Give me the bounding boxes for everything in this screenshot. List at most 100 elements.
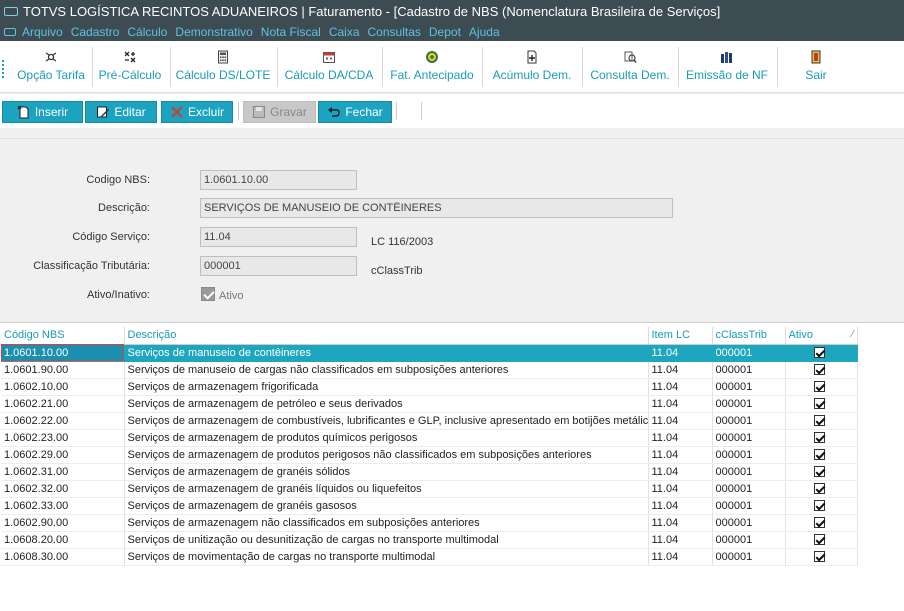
toolbar-grip[interactable] <box>2 60 5 78</box>
gravar-button[interactable]: Gravar <box>243 101 316 123</box>
cell-ativo[interactable] <box>785 548 858 566</box>
cell-cclasstrib[interactable]: 000001 <box>712 480 786 498</box>
cell-descricao[interactable]: Serviços de manuseio de cargas não class… <box>124 361 649 379</box>
cell-ativo[interactable] <box>785 361 858 379</box>
cell-cclasstrib[interactable]: 000001 <box>712 531 786 549</box>
column-header-descricao[interactable]: Descrição <box>124 327 649 345</box>
cell-cclasstrib[interactable]: 000001 <box>712 361 786 379</box>
cell-codigo-nbs[interactable]: 1.0601.90.00 <box>1 361 125 379</box>
pre-calculo-button[interactable]: Pré-Cálculo <box>94 46 166 86</box>
cell-descricao[interactable]: Serviços de armazenagem de produtos quím… <box>124 429 649 447</box>
cell-cclasstrib[interactable]: 000001 <box>712 514 786 532</box>
cell-descricao[interactable]: Serviços de movimentação de cargas no tr… <box>124 548 649 566</box>
cell-descricao[interactable]: Serviços de armazenagem de granéis sólid… <box>124 463 649 481</box>
table-row[interactable]: 1.0602.29.00 Serviços de armazenagem de p… <box>1 446 858 464</box>
consulta-dem-button[interactable]: Consulta Dem. <box>584 46 676 86</box>
cell-item-lc[interactable]: 11.04 <box>648 514 713 532</box>
cell-codigo-nbs[interactable]: 1.0602.22.00 <box>1 412 125 430</box>
ativo-row-checkbox[interactable] <box>813 381 825 393</box>
table-row[interactable]: 1.0602.31.00 Serviços de armazenagem de g… <box>1 463 858 481</box>
cell-ativo[interactable] <box>785 378 858 396</box>
ativo-row-checkbox[interactable] <box>813 500 825 512</box>
table-row[interactable]: 1.0602.21.00 Serviços de armazenagem de p… <box>1 395 858 413</box>
cell-item-lc[interactable]: 11.04 <box>648 429 713 447</box>
cell-descricao[interactable]: Serviços de armazenagem não classificado… <box>124 514 649 532</box>
cell-descricao[interactable]: Serviços de armazenagem frigorificada <box>124 378 649 396</box>
cell-codigo-nbs[interactable]: 1.0608.20.00 <box>1 531 125 549</box>
ativo-row-checkbox[interactable] <box>813 364 825 376</box>
ativo-row-checkbox[interactable] <box>813 415 825 427</box>
table-row[interactable]: 1.0602.33.00 Serviços de armazenagem de g… <box>1 497 858 515</box>
sair-button[interactable]: Sair <box>779 46 853 86</box>
menu-demonstrativo[interactable]: Demonstrativo <box>175 25 252 39</box>
menu-calculo[interactable]: Cálculo <box>127 25 167 39</box>
ativo-checkbox[interactable] <box>201 287 215 301</box>
cell-cclasstrib[interactable]: 000001 <box>712 497 786 515</box>
calculo-ds-lote-button[interactable]: Cálculo DS/LOTE <box>172 46 274 86</box>
menu-consultas[interactable]: Consultas <box>368 25 421 39</box>
menu-arquivo[interactable]: Arquivo <box>22 25 63 39</box>
cell-ativo[interactable] <box>785 531 858 549</box>
menu-caixa[interactable]: Caixa <box>329 25 360 39</box>
ativo-row-checkbox[interactable] <box>813 466 825 478</box>
table-row[interactable]: 1.0602.90.00 Serviços de armazenagem não … <box>1 514 858 532</box>
cell-descricao[interactable]: Serviços de manuseio de contêineres <box>124 344 649 362</box>
cell-item-lc[interactable]: 11.04 <box>648 378 713 396</box>
cell-codigo-nbs[interactable]: 1.0602.32.00 <box>1 480 125 498</box>
cell-cclasstrib[interactable]: 000001 <box>712 446 786 464</box>
cell-ativo[interactable] <box>785 463 858 481</box>
cell-ativo[interactable] <box>785 446 858 464</box>
classificacao-field[interactable] <box>200 256 357 276</box>
codigo-nbs-field[interactable] <box>200 170 357 190</box>
calculo-da-cda-button[interactable]: Cálculo DA/CDA <box>279 46 379 86</box>
ativo-row-checkbox[interactable] <box>813 551 825 563</box>
cell-ativo[interactable] <box>785 480 858 498</box>
cell-cclasstrib[interactable]: 000001 <box>712 412 786 430</box>
menu-depot[interactable]: Depot <box>429 25 461 39</box>
table-row[interactable]: 1.0602.10.00 Serviços de armazenagem frig… <box>1 378 858 396</box>
cell-ativo[interactable] <box>785 395 858 413</box>
emissao-nf-button[interactable]: Emissão de NF <box>680 46 774 86</box>
ativo-row-checkbox[interactable] <box>813 483 825 495</box>
cell-cclasstrib[interactable]: 000001 <box>712 548 786 566</box>
ativo-row-checkbox[interactable] <box>813 347 825 359</box>
fechar-button[interactable]: Fechar <box>318 101 392 123</box>
editar-button[interactable]: Editar <box>85 101 157 123</box>
table-row[interactable]: 1.0601.90.00 Serviços de manuseio de carg… <box>1 361 858 379</box>
ativo-row-checkbox[interactable] <box>813 398 825 410</box>
ativo-row-checkbox[interactable] <box>813 517 825 529</box>
cell-item-lc[interactable]: 11.04 <box>648 344 713 362</box>
cell-item-lc[interactable]: 11.04 <box>648 497 713 515</box>
cell-descricao[interactable]: Serviços de armazenagem de combustíveis,… <box>124 412 649 430</box>
cell-item-lc[interactable]: 11.04 <box>648 412 713 430</box>
cell-codigo-nbs[interactable]: 1.0608.30.00 <box>1 548 125 566</box>
ativo-row-checkbox[interactable] <box>813 534 825 546</box>
cell-item-lc[interactable]: 11.04 <box>648 548 713 566</box>
cell-codigo-nbs[interactable]: 1.0602.29.00 <box>1 446 125 464</box>
cell-descricao[interactable]: Serviços de armazenagem de produtos peri… <box>124 446 649 464</box>
table-row[interactable]: 1.0608.20.00 Serviços de unitização ou de… <box>1 531 858 549</box>
column-header-codigo[interactable]: Código NBS <box>1 327 125 345</box>
cell-item-lc[interactable]: 11.04 <box>648 361 713 379</box>
table-row[interactable]: 1.0608.30.00 Serviços de movimentação de … <box>1 548 858 566</box>
table-row[interactable]: 1.0601.10.00 Serviços de manuseio de cont… <box>1 344 858 362</box>
ativo-row-checkbox[interactable] <box>813 432 825 444</box>
cell-codigo-nbs[interactable]: 1.0602.33.00 <box>1 497 125 515</box>
table-row[interactable]: 1.0602.22.00 Serviços de armazenagem de c… <box>1 412 858 430</box>
cell-item-lc[interactable]: 11.04 <box>648 463 713 481</box>
cell-ativo[interactable] <box>785 344 858 362</box>
table-row[interactable]: 1.0602.32.00 Serviços de armazenagem de g… <box>1 480 858 498</box>
cell-codigo-nbs[interactable]: 1.0602.10.00 <box>1 378 125 396</box>
cell-descricao[interactable]: Serviços de armazenagem de granéis gasos… <box>124 497 649 515</box>
cell-codigo-nbs[interactable]: 1.0601.10.00 <box>1 344 125 362</box>
cell-item-lc[interactable]: 11.04 <box>648 395 713 413</box>
codigo-servico-field[interactable] <box>200 227 357 247</box>
cell-ativo[interactable] <box>785 497 858 515</box>
cell-descricao[interactable]: Serviços de unitização ou desunitização … <box>124 531 649 549</box>
menu-cadastro[interactable]: Cadastro <box>71 25 120 39</box>
cell-item-lc[interactable]: 11.04 <box>648 446 713 464</box>
table-row[interactable]: 1.0602.23.00 Serviços de armazenagem de p… <box>1 429 858 447</box>
cell-codigo-nbs[interactable]: 1.0602.31.00 <box>1 463 125 481</box>
opcao-tarifa-button[interactable]: Opção Tarifa <box>12 46 90 86</box>
cell-ativo[interactable] <box>785 514 858 532</box>
